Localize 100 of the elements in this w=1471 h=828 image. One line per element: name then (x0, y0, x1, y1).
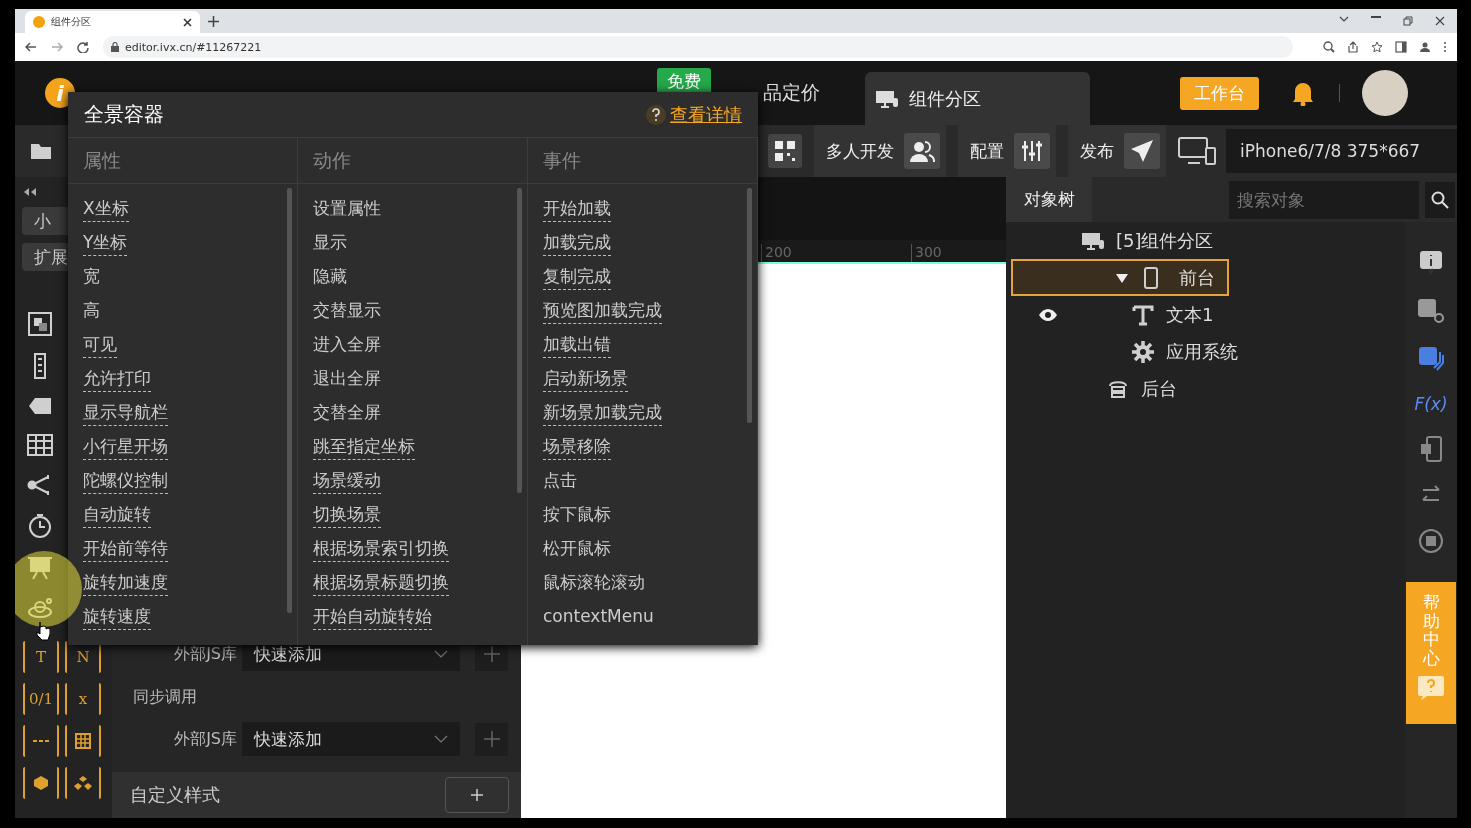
tree-node[interactable]: 前台 (1011, 259, 1229, 296)
tree-node[interactable]: 应用系统 (1006, 333, 1405, 370)
tree-node[interactable]: [5]组件分区 (1006, 222, 1405, 259)
toolbar-button[interactable]: 多人开发 (814, 125, 946, 177)
tool-button[interactable]: 0/1 (23, 683, 59, 715)
info-icon[interactable] (1419, 250, 1443, 276)
popup-item[interactable]: 设置属性 (313, 196, 381, 222)
collapse-icon[interactable] (23, 188, 37, 196)
chevron-down-icon[interactable] (1339, 16, 1349, 22)
device-info-icon[interactable] (1419, 436, 1443, 462)
table-icon[interactable] (27, 433, 53, 457)
star-icon[interactable] (1371, 41, 1383, 53)
node-label: 文本1 (1166, 302, 1214, 327)
popup-item[interactable]: 跳至指定坐标 (313, 434, 415, 460)
monitor-icon (875, 88, 899, 109)
popup-item[interactable]: 交替全屏 (313, 400, 381, 426)
search-field[interactable]: 搜索对象 (1229, 180, 1419, 219)
popup-item[interactable]: 启动新场景 (543, 366, 628, 392)
tool-button[interactable] (65, 725, 101, 757)
popup-item[interactable]: 复制完成 (543, 264, 611, 290)
address-bar[interactable]: editor.ivx.cn/#11267221 (103, 36, 1293, 58)
popup-item[interactable]: 开始自动旋转始 (313, 604, 432, 630)
popup-item[interactable]: Y坐标 (83, 230, 128, 256)
bell-icon[interactable] (1291, 80, 1315, 106)
library-dropdown[interactable]: 快速添加 (242, 722, 460, 756)
info-settings-icon[interactable] (1417, 298, 1445, 324)
tree-node[interactable]: 后台 (1006, 370, 1405, 407)
dashes-icon (32, 738, 50, 744)
popup-item[interactable]: 预览图加载完成 (543, 298, 662, 324)
document-tab[interactable]: 组件分区 (865, 72, 1090, 125)
popup-item[interactable]: X坐标 (83, 196, 129, 222)
function-button[interactable]: F(x) (1414, 394, 1448, 414)
info-stack-icon[interactable] (1418, 346, 1444, 372)
popup-item[interactable]: 可见 (83, 332, 117, 358)
popup-item[interactable]: 进入全屏 (313, 332, 381, 358)
details-link[interactable]: 查看详情 (670, 102, 742, 127)
cursor-icon (36, 621, 50, 641)
popup-item[interactable]: 旋转速度 (83, 604, 151, 630)
profile-icon[interactable] (1419, 41, 1431, 53)
popup-item[interactable]: 显示导航栏 (83, 400, 168, 426)
nav-link[interactable]: 品定价 (763, 80, 820, 106)
expand-triangle-icon[interactable] (1114, 271, 1129, 284)
popup-item[interactable]: 根据场景索引切换 (313, 536, 449, 562)
popup-item[interactable]: 鼠标滚轮滚动 (543, 570, 645, 596)
popup-item[interactable]: 显示 (313, 230, 347, 256)
popup-item[interactable]: 允许打印 (83, 366, 151, 392)
close-icon[interactable] (1435, 16, 1445, 26)
layers-icon[interactable] (27, 311, 53, 337)
popup-item[interactable]: 隐藏 (313, 264, 347, 290)
info-cycle-icon[interactable] (1418, 528, 1444, 554)
scrollbar-thumb[interactable] (287, 188, 292, 613)
popup-item[interactable]: 新场景加载完成 (543, 400, 662, 426)
popup-item[interactable]: 场景缓动 (313, 468, 381, 494)
users-icon (909, 139, 935, 163)
qr-code-button[interactable] (768, 134, 802, 168)
popup-item[interactable]: 按下鼠标 (543, 502, 611, 528)
toolbar-button[interactable]: 发布 (1068, 125, 1166, 177)
popup-item[interactable]: 旋转加速度 (83, 570, 168, 596)
popup-item[interactable]: 点击 (543, 468, 577, 494)
tool-button[interactable] (23, 725, 59, 757)
clock-icon[interactable] (27, 513, 53, 539)
popup-item[interactable]: 场景移除 (543, 434, 611, 460)
close-icon[interactable] (183, 17, 192, 27)
popup-item[interactable]: 小行星开场 (83, 434, 168, 460)
popup-item[interactable]: 松开鼠标 (543, 536, 611, 562)
popup-item[interactable]: 陀螺仪控制 (83, 468, 168, 494)
percent-tag-icon[interactable] (27, 395, 53, 417)
scrollbar-thumb[interactable] (747, 188, 752, 423)
more-icon[interactable] (1443, 41, 1447, 53)
zoom-icon[interactable] (1323, 41, 1335, 53)
popup-item[interactable]: 交替显示 (313, 298, 381, 324)
tool-button[interactable] (65, 767, 101, 799)
avatar[interactable] (1362, 70, 1408, 116)
tree-node[interactable]: 文本1 (1006, 296, 1405, 333)
reload-icon[interactable] (77, 41, 89, 53)
popup-item[interactable]: 加载完成 (543, 230, 611, 256)
popup-item[interactable]: 开始前等待 (83, 536, 168, 562)
tool-button[interactable] (23, 767, 59, 799)
popup-item[interactable]: 加载出错 (543, 332, 611, 358)
popup-item[interactable]: 高 (83, 298, 100, 324)
popup-item[interactable]: 切换场景 (313, 502, 381, 528)
popup-item[interactable]: contextMenu (543, 606, 654, 628)
popup-item[interactable]: 根据场景标题切换 (313, 570, 449, 596)
sidebar-icon[interactable] (1395, 41, 1407, 53)
popup-item[interactable]: 宽 (83, 264, 100, 290)
browser-tab[interactable]: 组件分区 (25, 11, 200, 33)
popup-item[interactable]: 退出全屏 (313, 366, 381, 392)
object-tree-tab[interactable]: 对象树 (1006, 177, 1092, 222)
search-button[interactable] (1425, 181, 1455, 218)
device-field[interactable]: iPhone6/7/8 375*667 (1226, 129, 1457, 173)
popup-item[interactable]: 开始加载 (543, 196, 611, 222)
toolbar-button[interactable]: 配置 (958, 125, 1056, 177)
share-icon[interactable] (1347, 41, 1359, 53)
devices-icon[interactable] (1178, 136, 1216, 166)
scrollbar-thumb[interactable] (517, 188, 522, 493)
new-tab-icon[interactable] (208, 15, 219, 27)
restore-icon[interactable] (1403, 16, 1413, 26)
back-icon[interactable] (25, 41, 37, 53)
tool-button[interactable]: x (65, 683, 101, 715)
popup-item[interactable]: 自动旋转 (83, 502, 151, 528)
